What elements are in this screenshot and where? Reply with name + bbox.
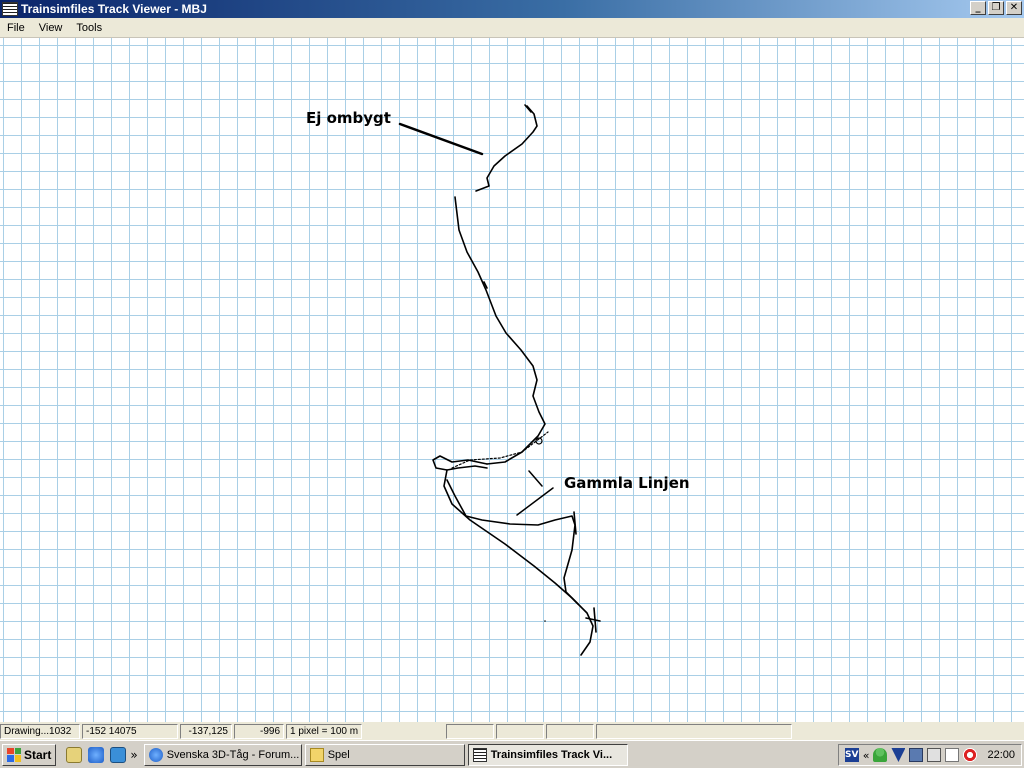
task-track-viewer-label: Trainsimfiles Track Vi... (490, 748, 613, 761)
quick-launch (66, 746, 127, 763)
track-short-3 (585, 617, 601, 622)
menu-bar: File View Tools (0, 18, 1024, 38)
task-spel-label: Spel (327, 748, 350, 761)
track-map (398, 104, 601, 656)
menu-tools[interactable]: Tools (69, 22, 109, 34)
task-spel[interactable]: Spel (304, 743, 465, 766)
status-spacer (364, 724, 444, 739)
track-lower-main (443, 469, 594, 656)
window-title: Trainsimfiles Track Viewer - MBJ (21, 2, 207, 16)
track-loop (432, 455, 488, 471)
status-drawing: Drawing...1032 (0, 723, 80, 739)
task-forum-label: Svenska 3D-Tåg - Forum... (166, 748, 300, 761)
minimize-icon[interactable]: _ (970, 1, 986, 15)
quick-launch-chevron[interactable]: » (130, 748, 137, 762)
tray-chevron[interactable]: « (863, 749, 870, 762)
task-forum[interactable]: Svenska 3D-Tåg - Forum... (143, 743, 302, 766)
status-coord-1: -152 14075 (82, 723, 178, 739)
status-coord-3: -996 (234, 723, 284, 739)
media-icon[interactable] (110, 746, 127, 763)
window-controls: _ ❐ ✕ (970, 1, 1022, 15)
network-icon[interactable] (909, 748, 924, 762)
mail-icon[interactable] (945, 748, 960, 762)
taskbar: Start » Svenska 3D-Tåg - Forum... Spel T… (0, 740, 1024, 768)
language-indicator[interactable]: SV (844, 748, 859, 762)
title-bar: Trainsimfiles Track Viewer - MBJ _ ❐ ✕ (0, 0, 1024, 18)
user-icon[interactable] (873, 748, 888, 762)
app-tray-icon[interactable] (927, 748, 942, 762)
restore-icon[interactable]: ❐ (988, 1, 1004, 15)
status-panel-1 (446, 723, 494, 739)
status-panel-2 (496, 723, 544, 739)
ie-page-icon (148, 747, 163, 762)
annotation-ej-ombygt: Ej ombygt (306, 109, 391, 127)
start-button[interactable]: Start (2, 743, 57, 766)
task-track-viewer[interactable]: Trainsimfiles Track Vi... (467, 743, 628, 766)
track-dot (544, 620, 546, 622)
lifebuoy-icon[interactable] (963, 748, 978, 762)
ie-icon[interactable] (88, 746, 105, 763)
app-icon (472, 747, 487, 762)
folder-icon (309, 747, 324, 762)
window-app-icon[interactable] (2, 2, 18, 16)
clock[interactable]: 22:00 (987, 749, 1015, 761)
status-bar: Drawing...1032 -152 14075 -137,125 -996 … (0, 722, 1024, 740)
shield-icon[interactable] (891, 748, 906, 762)
track-main-line (454, 196, 546, 465)
close-icon[interactable]: ✕ (1006, 1, 1022, 15)
menu-file[interactable]: File (0, 22, 32, 34)
annotation-gammla-linjen: Gammla Linjen (564, 474, 690, 492)
leader-line-bottom (516, 470, 554, 516)
track-upper-segment (475, 105, 538, 192)
system-tray: SV « 22:00 (837, 744, 1022, 766)
start-label: Start (24, 747, 52, 762)
status-panel-4 (596, 723, 792, 739)
show-desktop-icon[interactable] (66, 746, 83, 763)
windows-logo-icon (7, 747, 21, 762)
menu-view[interactable]: View (32, 22, 70, 34)
status-scale: 1 pixel = 100 m (286, 723, 362, 739)
leader-line-top (398, 122, 484, 156)
status-coord-2: -137,125 (180, 723, 232, 739)
status-panel-3 (546, 723, 594, 739)
track-canvas[interactable]: Ej ombygt Gammla Linjen (0, 38, 1024, 722)
